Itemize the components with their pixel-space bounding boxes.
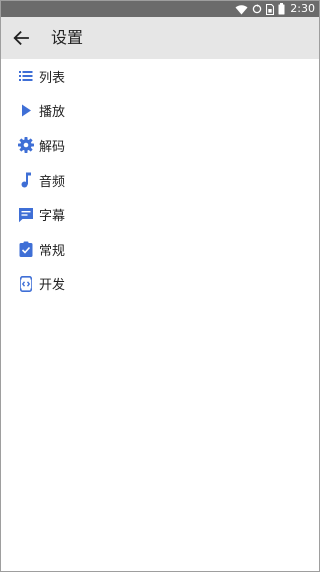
arrow-back-icon [13,31,29,45]
app-frame: 2:30 设置 列表 播放 解码 音频 字幕 常规 开发 [0,0,320,572]
menu-item-developer[interactable]: 开发 [1,267,319,302]
developer-icon [17,275,35,293]
back-button[interactable] [7,24,35,52]
menu-item-general[interactable]: 常规 [1,232,319,267]
music-note-icon [17,171,35,189]
settings-menu: 列表 播放 解码 音频 字幕 常规 开发 [1,59,319,301]
sim-icon [266,3,275,15]
menu-item-label: 解码 [39,139,66,155]
sync-icon [252,4,262,14]
list-icon [17,67,35,85]
gear-icon [17,136,35,154]
battery-icon [278,3,285,15]
menu-item-label: 字幕 [39,209,66,225]
menu-item-subtitle[interactable]: 字幕 [1,197,319,232]
menu-item-label: 播放 [39,105,66,121]
subtitle-icon [17,206,35,224]
status-bar: 2:30 [1,1,319,17]
status-icons: 2:30 [235,1,315,17]
menu-item-label: 音频 [39,174,66,190]
clipboard-check-icon [17,240,35,258]
menu-item-list[interactable]: 列表 [1,59,319,94]
menu-item-label: 列表 [39,70,66,86]
app-bar: 设置 [1,17,319,59]
menu-item-decode[interactable]: 解码 [1,128,319,163]
menu-item-playback[interactable]: 播放 [1,94,319,129]
status-time: 2:30 [290,2,315,15]
page-title: 设置 [51,28,84,47]
menu-item-label: 开发 [39,278,66,294]
menu-item-audio[interactable]: 音频 [1,163,319,198]
play-icon [17,102,35,120]
wifi-icon [235,4,248,15]
menu-item-label: 常规 [39,243,66,259]
